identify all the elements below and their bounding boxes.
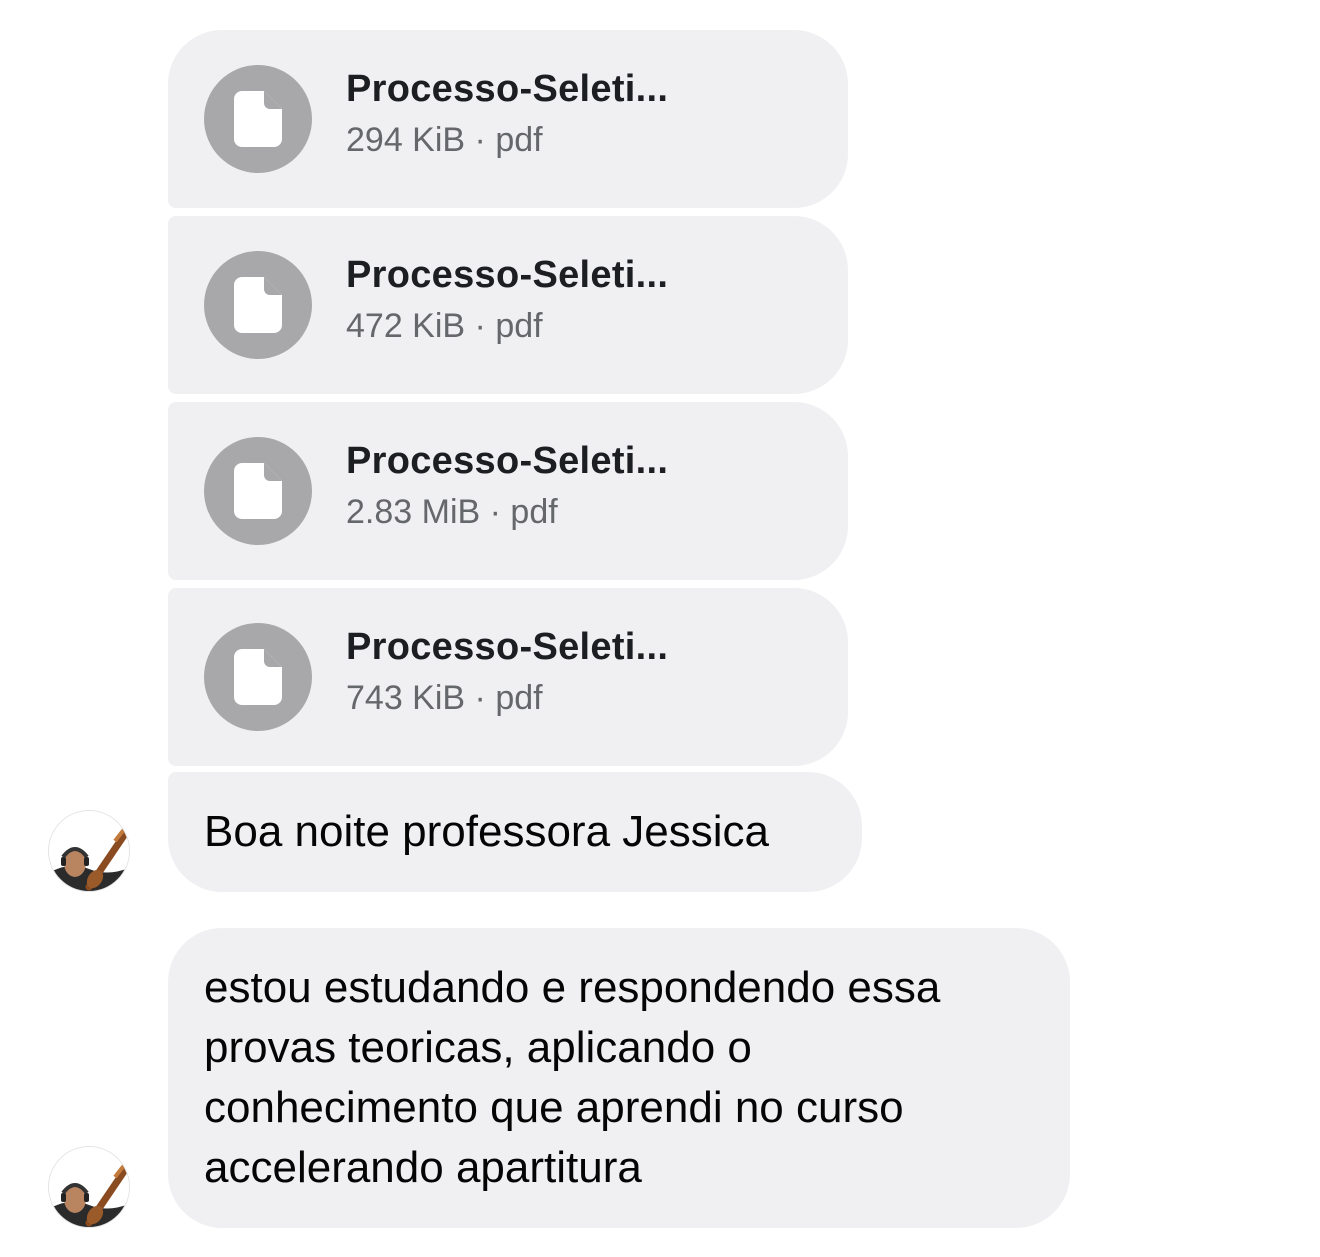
- file-attachment-1[interactable]: Processo-Seleti... 294 KiB · pdf: [168, 30, 848, 208]
- file-icon: [204, 251, 312, 359]
- file-meta: 743 KiB · pdf: [346, 679, 543, 717]
- file-icon: [204, 65, 312, 173]
- file-meta: 472 KiB · pdf: [346, 307, 543, 345]
- file-name: Processo-Seleti...: [346, 68, 669, 110]
- avatar[interactable]: [48, 810, 130, 892]
- file-name: Processo-Seleti...: [346, 440, 669, 482]
- avatar[interactable]: [48, 1146, 130, 1228]
- file-attachment-4[interactable]: Processo-Seleti... 743 KiB · pdf: [168, 588, 848, 766]
- file-icon: [204, 623, 312, 731]
- file-icon: [204, 437, 312, 545]
- file-name: Processo-Seleti...: [346, 626, 669, 668]
- file-attachment-3[interactable]: Processo-Seleti... 2.83 MiB · pdf: [168, 402, 848, 580]
- file-name: Processo-Seleti...: [346, 254, 669, 296]
- message-bubble[interactable]: estou estudando e respondendo essa prova…: [168, 928, 1070, 1228]
- file-meta: 2.83 MiB · pdf: [346, 493, 558, 531]
- file-attachment-2[interactable]: Processo-Seleti... 472 KiB · pdf: [168, 216, 848, 394]
- file-meta: 294 KiB · pdf: [346, 121, 543, 159]
- message-bubble[interactable]: Boa noite professora Jessica: [168, 772, 862, 892]
